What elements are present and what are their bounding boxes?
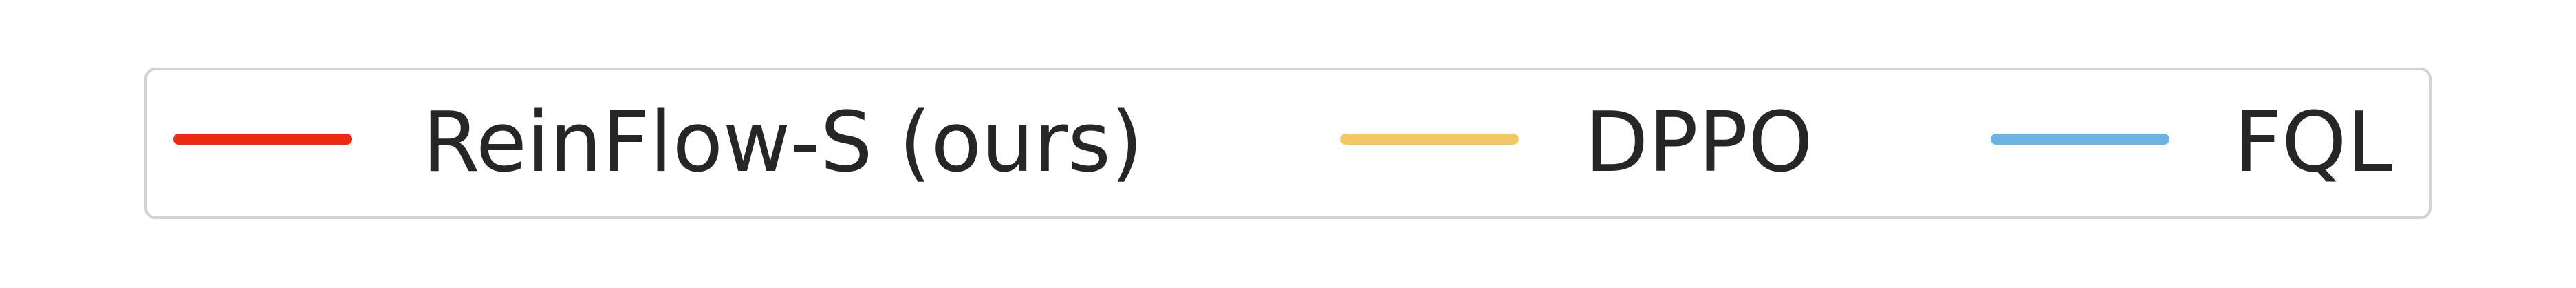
chart-legend: ReinFlow-S (ours) DPPO FQL — [144, 68, 2432, 219]
legend-label-reinflow: ReinFlow-S (ours) — [422, 95, 1143, 191]
legend-swatch-reinflow — [173, 134, 352, 145]
legend-label-fql: FQL — [2234, 95, 2393, 191]
legend-label-dppo: DPPO — [1585, 95, 1813, 191]
legend-swatch-fql — [1991, 134, 2169, 145]
legend-swatch-dppo — [1340, 134, 1519, 145]
